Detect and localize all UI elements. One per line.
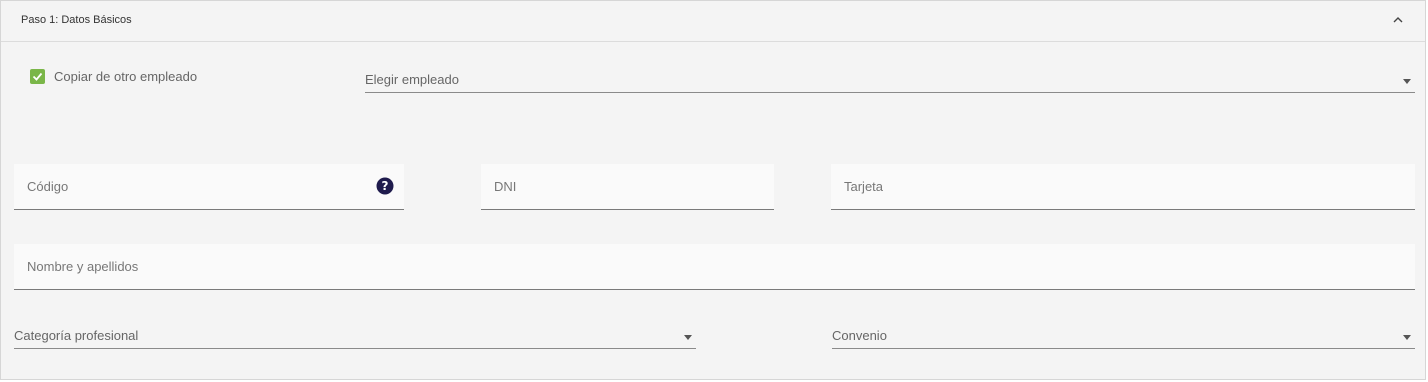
copy-employee-checkbox[interactable]: Copiar de otro empleado: [30, 69, 197, 84]
dropdown-caret-icon: [684, 335, 692, 340]
convenio-select[interactable]: Convenio: [832, 324, 1415, 349]
dropdown-caret-icon: [1403, 79, 1411, 84]
question-circle-icon[interactable]: ?: [376, 177, 394, 195]
panel-header[interactable]: Paso 1: Datos Básicos: [1, 1, 1425, 42]
tarjeta-field[interactable]: Tarjeta: [831, 164, 1415, 210]
categoria-select[interactable]: Categoría profesional: [14, 324, 696, 349]
checkbox-box[interactable]: [30, 69, 45, 84]
dropdown-caret-icon: [1403, 335, 1411, 340]
tarjeta-label: Tarjeta: [844, 179, 884, 194]
step-panel: Paso 1: Datos Básicos Copiar de otro emp…: [0, 0, 1426, 380]
categoria-placeholder: Categoría profesional: [14, 328, 139, 343]
panel-title: Paso 1: Datos Básicos: [21, 14, 132, 26]
codigo-field[interactable]: Código ?: [14, 164, 404, 210]
convenio-placeholder: Convenio: [832, 328, 887, 343]
svg-text:?: ?: [382, 179, 389, 193]
nombre-field[interactable]: Nombre y apellidos: [14, 244, 1415, 290]
codigo-label: Código: [27, 179, 69, 194]
dni-field[interactable]: DNI: [481, 164, 774, 210]
employee-select[interactable]: Elegir empleado: [365, 68, 1415, 93]
check-icon: [32, 72, 43, 81]
nombre-label: Nombre y apellidos: [27, 259, 139, 274]
copy-employee-label: Copiar de otro empleado: [54, 69, 198, 84]
employee-select-placeholder: Elegir empleado: [365, 72, 459, 87]
chevron-up-icon[interactable]: [1391, 13, 1405, 27]
dni-label: DNI: [494, 179, 517, 194]
